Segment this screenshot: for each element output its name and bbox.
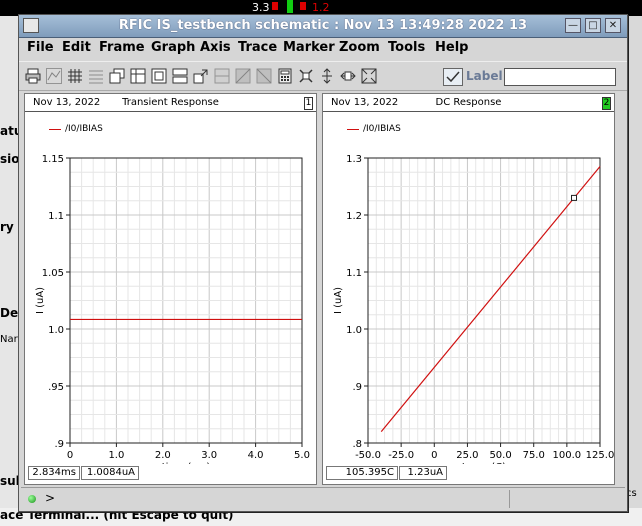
y-tick-label: 1.1 <box>48 211 64 222</box>
status-field <box>509 490 624 508</box>
y-tick-label: 1.0 <box>48 325 64 336</box>
green-marker <box>287 0 293 13</box>
x-tick-label: 5.0 <box>294 450 310 461</box>
left-background-window: atu sion ry De Nar sult <box>0 16 28 526</box>
status-bar: > <box>21 487 625 509</box>
fit-icon[interactable] <box>298 68 314 84</box>
y-tick-label: .9 <box>352 382 362 393</box>
red-marker-left <box>272 2 278 10</box>
transient-chart[interactable]: 0 1.0 2.0 3.0 4.0 5.0 .9 .95 1.0 1.05 1.1 1.15 time … <box>25 94 316 464</box>
y-axis-label: I (uA) <box>333 287 344 314</box>
menu-marker[interactable]: Marker <box>283 40 335 55</box>
menu-zoom[interactable]: Zoom <box>339 40 380 55</box>
y-tick-label: .9 <box>54 439 64 450</box>
strip-icon[interactable] <box>214 68 230 84</box>
zoom-fit-icon[interactable] <box>361 68 377 84</box>
transient-panel[interactable]: Nov 13, 2022 Transient Response 1 /I0/IB… <box>24 93 317 485</box>
x-tick-label: 0 <box>431 450 437 461</box>
diag-b-icon[interactable] <box>256 68 272 84</box>
minimize-icon[interactable]: — <box>565 18 581 33</box>
menu-help[interactable]: Help <box>435 40 468 55</box>
left-fragment-4: De <box>0 306 19 320</box>
waveform-window: RFIC IS_testbench schematic : Nov 13 13:… <box>18 14 628 512</box>
y-tick-label: 1.1 <box>346 268 362 279</box>
status-led-icon <box>28 495 36 503</box>
toolbar: Label <box>19 61 627 91</box>
split-icon[interactable] <box>172 68 188 84</box>
menu-graph[interactable]: Graph <box>151 40 195 55</box>
left-fragment-3: ry <box>0 220 14 234</box>
resize-icon[interactable] <box>193 68 209 84</box>
y-tick-label: 1.3 <box>346 154 362 165</box>
left-fragment-5: Nar <box>0 334 18 345</box>
x-tick-label: 4.0 <box>248 450 264 461</box>
y-readout: 1.0084uA <box>81 466 139 480</box>
frame-icon[interactable] <box>151 68 167 84</box>
command-prompt[interactable]: > <box>45 491 55 505</box>
label-input[interactable] <box>504 68 616 86</box>
x-tick-label: 100.0 <box>553 450 582 461</box>
menu-axis[interactable]: Axis <box>200 40 231 55</box>
menu-bar: File Edit Frame Graph Axis Trace Marker … <box>19 38 627 58</box>
x-readout: 2.834ms <box>28 466 80 480</box>
x-tick-label: 125.0 <box>586 450 614 461</box>
y-tick-label: 1.05 <box>42 268 64 279</box>
grid-icon[interactable] <box>67 68 83 84</box>
y-tick-label: .8 <box>352 439 362 450</box>
menu-file[interactable]: File <box>27 40 54 55</box>
crosshair-v-icon[interactable] <box>319 68 335 84</box>
x-tick-label: 75.0 <box>523 450 545 461</box>
y-axis-label: I (uA) <box>35 287 46 314</box>
calculator-icon[interactable] <box>277 68 293 84</box>
dc-panel[interactable]: Nov 13, 2022 DC Response 2 /I0/IBIAS -50… <box>322 93 615 485</box>
maximize-icon[interactable]: □ <box>585 18 601 33</box>
x-tick-label: 1.0 <box>108 450 124 461</box>
x-tick-label: 3.0 <box>201 450 217 461</box>
window-title: RFIC IS_testbench schematic : Nov 13 13:… <box>118 18 528 33</box>
y-tick-label: 1.2 <box>346 211 362 222</box>
x-readout: 105.395C <box>326 466 398 480</box>
trace-icon[interactable] <box>46 68 62 84</box>
top-fragment-2: 1.2 <box>312 1 330 14</box>
x-tick-label: -25.0 <box>388 450 414 461</box>
x-tick-label: 25.0 <box>456 450 478 461</box>
y-tick-label: 1.0 <box>346 325 362 336</box>
windows-icon[interactable] <box>109 68 125 84</box>
menu-tools[interactable]: Tools <box>388 40 425 55</box>
print-icon[interactable] <box>25 68 41 84</box>
crosshair-h-icon[interactable] <box>340 68 356 84</box>
x-axis-label: time (ms) <box>162 462 211 464</box>
right-background-window: cs <box>626 16 642 526</box>
x-tick-label: -50.0 <box>355 450 381 461</box>
menu-frame[interactable]: Frame <box>99 40 145 55</box>
trace-marker <box>571 194 578 201</box>
close-icon[interactable]: ✕ <box>605 18 621 33</box>
menu-edit[interactable]: Edit <box>62 40 91 55</box>
table-icon[interactable] <box>130 68 146 84</box>
diag-a-icon[interactable] <box>235 68 251 84</box>
x-axis-label: temp (C) <box>462 462 506 464</box>
x-tick-label: 0 <box>67 450 73 461</box>
x-tick-label: 2.0 <box>155 450 171 461</box>
label-checkbox[interactable] <box>443 68 463 86</box>
title-bar[interactable]: RFIC IS_testbench schematic : Nov 13 13:… <box>19 15 627 38</box>
menu-trace[interactable]: Trace <box>238 40 277 55</box>
y-tick-label: 1.15 <box>42 154 64 165</box>
red-marker-right <box>300 2 306 10</box>
label-text: Label <box>466 69 503 83</box>
dc-chart[interactable]: -50.0 -25.0 0 25.0 50.0 75.0 100.0 125.0 .8 .9 1.0… <box>323 94 614 464</box>
y-tick-label: .95 <box>48 382 64 393</box>
top-fragment-1: 3.3 <box>252 1 270 14</box>
x-tick-label: 50.0 <box>489 450 511 461</box>
y-readout: 1.23uA <box>399 466 447 480</box>
list-icon[interactable] <box>88 68 104 84</box>
